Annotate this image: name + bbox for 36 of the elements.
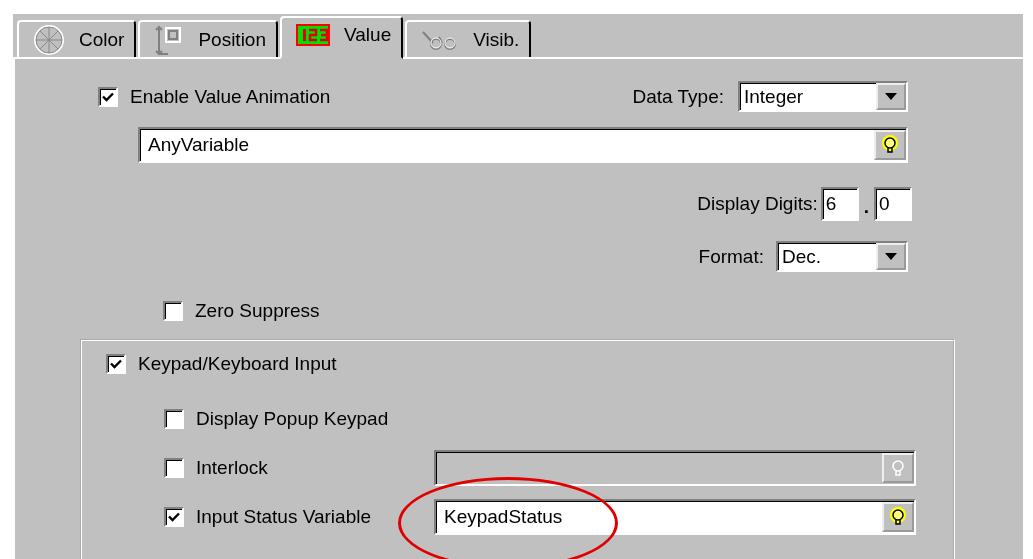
tab[interactable]: Position — [138, 20, 278, 57]
field-value: AnyVariable — [148, 134, 251, 156]
tab[interactable]: Visib. — [405, 20, 532, 57]
field-label: Display Digits: — [697, 193, 818, 215]
browse-button[interactable] — [874, 130, 906, 160]
variable-field[interactable]: AnyVariable — [138, 127, 908, 163]
variable-field[interactable]: KeypadStatus — [434, 499, 916, 535]
decimal-separator: . — [862, 195, 870, 218]
checkbox[interactable] — [98, 86, 118, 107]
checkbox[interactable] — [164, 507, 184, 527]
checkbox-label: Input Status Variable — [196, 506, 371, 528]
checkbox-label: Display Popup Keypad — [196, 408, 389, 430]
lightbulb-icon — [889, 507, 907, 527]
dropdown-arrow-icon — [885, 253, 897, 260]
field-value: KeypadStatus — [444, 506, 564, 528]
tab[interactable]: Value — [280, 16, 404, 59]
wheel-icon — [33, 23, 65, 56]
browse-button[interactable] — [882, 502, 914, 532]
dropdown[interactable]: Integer — [738, 81, 908, 112]
tab[interactable]: Color — [17, 20, 137, 57]
checkbox[interactable] — [163, 301, 183, 321]
lightbulb-icon — [889, 458, 907, 478]
number-icon — [296, 23, 330, 46]
field-label: Format: — [698, 245, 764, 268]
dropdown-arrow-icon — [885, 93, 897, 100]
checkbox[interactable] — [106, 354, 126, 374]
checkbox-label: Interlock — [196, 457, 268, 479]
checkbox-label: Zero Suppress — [195, 300, 320, 322]
checkbox-label: Enable Value Animation — [130, 85, 331, 108]
dropdown[interactable]: Dec. — [776, 241, 908, 272]
checkbox-label: Keypad/Keyboard Input — [138, 353, 337, 375]
lightbulb-icon — [881, 135, 899, 155]
digits-field[interactable]: 6 — [820, 187, 859, 221]
field-label: Data Type: — [632, 85, 724, 108]
checkbox[interactable] — [164, 409, 184, 429]
digits-field[interactable]: 0 — [874, 187, 912, 221]
